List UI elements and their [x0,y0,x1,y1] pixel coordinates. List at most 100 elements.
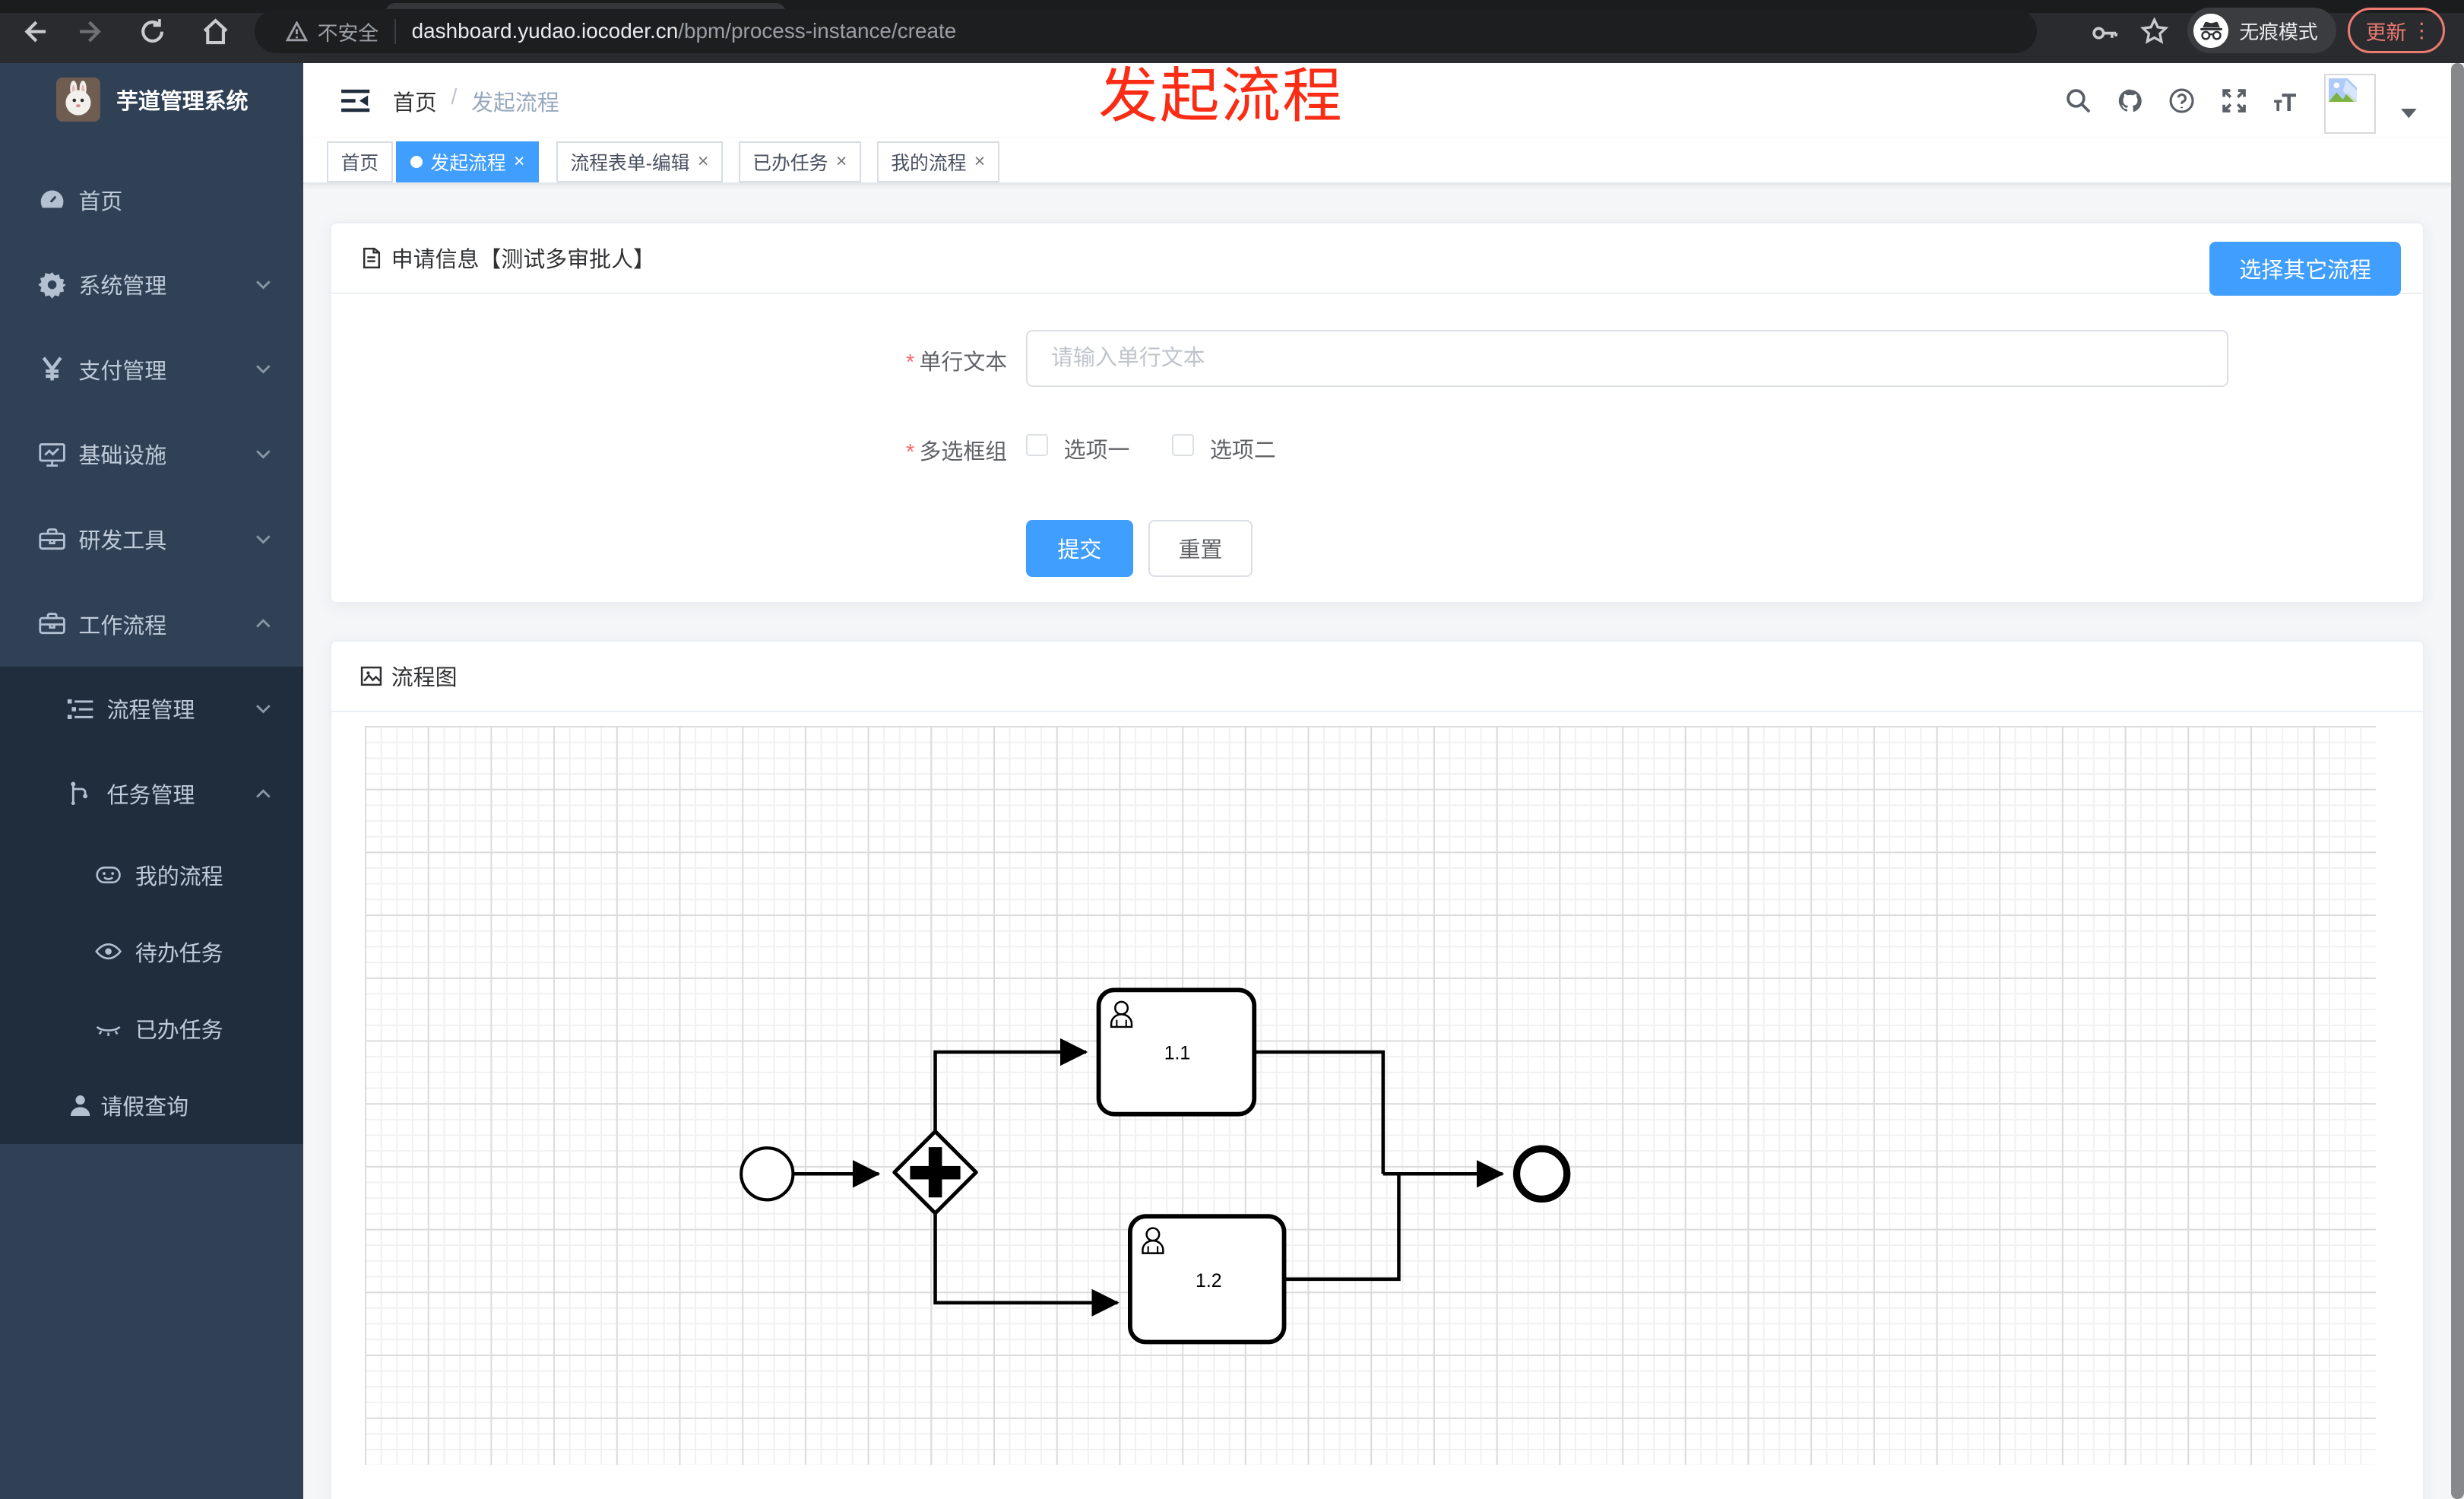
gateway-plus-v [928,1147,942,1198]
scrollbar-thumb[interactable] [2451,62,2464,1499]
not-secure-icon [286,21,309,42]
password-key-icon[interactable] [2090,19,2118,47]
sidebar-item-label: 研发工具 [78,529,167,554]
sidebar-item-dev-tools[interactable]: 研发工具 [0,496,303,582]
checkbox-label-1[interactable]: 选项一 [1064,433,1130,464]
sidebar-item-system[interactable]: 系统管理 [0,242,303,327]
choose-other-process-button[interactable]: 选择其它流程 [2209,242,2402,296]
help-icon[interactable] [2168,87,2195,114]
single-line-text-input[interactable] [1026,330,2228,387]
bpmn-user-task-2[interactable]: 1.2 [1127,1214,1287,1345]
fullscreen-icon[interactable] [2221,87,2247,114]
edge-gateway-to-task2 [933,1213,1120,1317]
gear-icon [37,271,66,299]
active-dot [410,155,423,169]
monitor-icon [38,440,66,468]
not-secure-label[interactable]: 不安全 [318,17,379,46]
close-icon[interactable]: × [974,152,985,171]
sidebar-item-todo-tasks[interactable]: 待办任务 [0,913,303,990]
eye-closed-icon [94,1015,122,1043]
breadcrumb-current: 发起流程 [471,90,559,116]
close-icon[interactable]: × [836,152,847,171]
checkbox-option-2[interactable] [1172,433,1195,456]
tag-done-tasks[interactable]: 已办任务 × [738,141,861,182]
bpmn-end-event[interactable] [1512,1145,1570,1203]
tag-label: 已办任务 [752,153,828,174]
app-logo [56,78,101,122]
close-icon[interactable]: × [698,152,708,171]
url-path[interactable]: /bpm/process-instance/create [678,19,956,43]
bpmn-canvas[interactable]: 1.1 1.2 [364,726,2377,1465]
github-icon[interactable] [2117,87,2143,114]
bookmark-star-icon[interactable] [2140,17,2169,46]
navbar-tools [2065,63,2417,138]
chevron-down-icon [255,360,272,378]
update-label[interactable]: 更新 [2366,16,2407,46]
sidebar-item-workflow[interactable]: 工作流程 [0,582,303,667]
close-icon[interactable]: × [514,152,524,171]
sidebar-item-label: 基础设施 [78,444,167,469]
sidebar-item-infrastructure[interactable]: 基础设施 [0,412,303,497]
page-scrollbar[interactable] [2451,62,2464,1499]
url-host[interactable]: dashboard.yudao.iocoder.cn [412,19,679,43]
form-row-text: * 单行文本 [331,330,2423,387]
form-row-checkbox: * 多选框组 选项一 选项二 [331,433,2423,464]
sidebar-fold-icon[interactable] [340,88,371,113]
breadcrumb-root[interactable]: 首页 [393,85,437,117]
forward-icon[interactable] [78,17,106,46]
bpmn-diagram: 1.1 1.2 [739,987,1570,1345]
broken-image-icon [2329,78,2358,103]
flow-card-header: 流程图 [331,642,2424,712]
sidebar-item-leave-query[interactable]: 请假查询 [0,1067,303,1144]
avatar-caret-icon[interactable] [2401,96,2417,119]
font-size-icon[interactable] [2272,87,2299,114]
tag-process-form-edit[interactable]: 流程表单-编辑 × [556,141,723,182]
browser-update-button[interactable]: 更新 ⋮ [2347,8,2446,54]
submit-button[interactable]: 提交 [1026,520,1133,577]
page-annotation-title: 发起流程 [1098,62,1344,130]
tag-label: 首页 [340,153,379,174]
top-navbar: 首页 / 发起流程 [303,62,2464,138]
sidebar-item-process-mgmt[interactable]: 流程管理 [0,667,303,752]
browser-menu-icon[interactable]: ⋮ [2412,21,2432,41]
required-mark: * [906,439,915,464]
reload-icon[interactable] [138,17,166,46]
tag-my-process[interactable]: 我的流程 × [876,141,999,182]
sidebar-item-payment[interactable]: 支付管理 [0,327,303,412]
sidebar-item-label: 系统管理 [78,274,167,299]
sidebar-item-my-process[interactable]: 我的流程 [0,836,303,913]
toolbox-icon [38,610,66,638]
home-icon[interactable] [201,17,230,46]
document-icon [359,246,383,270]
bpmn-start-event[interactable] [739,1146,795,1202]
tag-start-process[interactable]: 发起流程 × [396,141,539,182]
edge-gateway-to-task1 [933,1038,1088,1132]
tree-icon [66,695,94,723]
reset-button[interactable]: 重置 [1148,520,1253,577]
checkbox-option-1[interactable] [1026,433,1048,456]
avatar[interactable] [2323,74,2377,134]
sidebar-item-task-mgmt[interactable]: 任务管理 [0,751,303,836]
breadcrumb: 首页 / 发起流程 [393,85,559,117]
app-logo-row[interactable]: 芋道管理系统 [0,63,303,137]
apply-info-card: 申请信息【测试多审批人】 选择其它流程 *单行文本 *多选框组 选项一 选项二 [330,221,2425,604]
sidebar-item-label: 请假查询 [100,1095,189,1120]
sidebar-item-done-tasks[interactable]: 已办任务 [0,990,303,1066]
sidebar-item-label: 首页 [78,189,123,214]
toolbox-icon [38,525,66,553]
search-icon[interactable] [2065,87,2092,114]
sidebar-item-home[interactable]: 首页 [0,157,303,242]
sidebar-item-label: 支付管理 [78,359,167,384]
breadcrumb-separator: / [451,84,458,109]
sidebar-item-label: 流程管理 [106,699,195,724]
checkbox-label-2[interactable]: 选项二 [1210,433,1276,464]
required-mark: * [906,350,915,375]
tag-home[interactable]: 首页 [327,141,393,182]
bpmn-user-task-1[interactable]: 1.1 [1096,987,1256,1117]
app-title: 芋道管理系统 [116,90,249,115]
sidebar-item-label: 待办任务 [135,941,223,966]
workflow-submenu: 流程管理 任务管理 我的流程 待办任务 已办任务 请假查询 [0,666,304,1145]
field-label: * 单行文本 [906,350,1008,375]
incognito-chip[interactable]: 无痕模式 [2187,8,2337,54]
back-icon[interactable] [19,17,47,46]
